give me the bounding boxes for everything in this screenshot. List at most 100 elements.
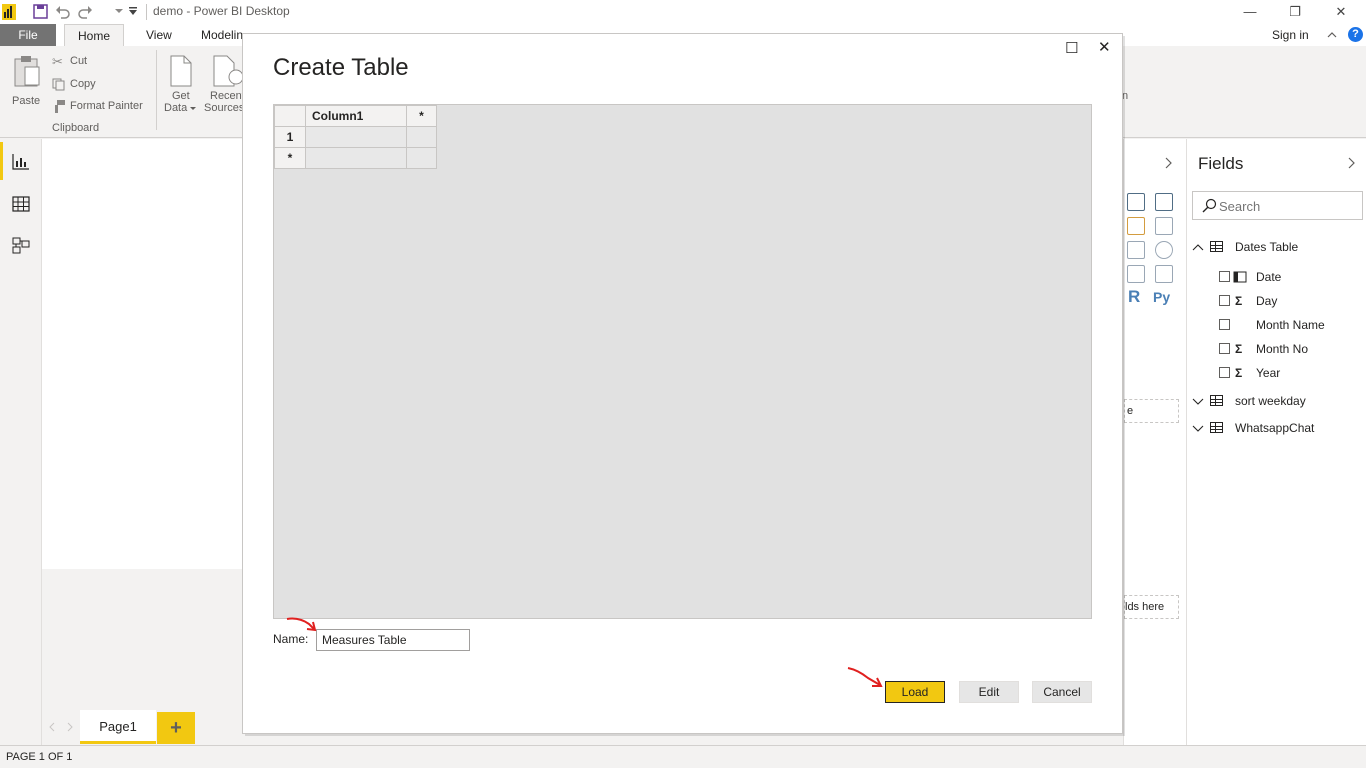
get-data-label-2: Data	[164, 102, 188, 114]
edit-button[interactable]: Edit	[959, 681, 1019, 703]
chevron-down-icon[interactable]	[1192, 423, 1204, 433]
data-view-icon[interactable]	[10, 194, 32, 214]
field-checkbox[interactable]	[1219, 343, 1230, 354]
globe-map-icon[interactable]	[1155, 241, 1173, 259]
table-row-whatsappchat[interactable]: WhatsappChat	[1191, 417, 1361, 439]
view-switcher	[0, 139, 42, 745]
python-visual-icon[interactable]: Py	[1153, 289, 1170, 305]
card-icon[interactable]	[1127, 265, 1145, 283]
field-well-1[interactable]: e	[1124, 399, 1179, 423]
field-row-year[interactable]: Σ Year	[1219, 363, 1359, 383]
paste-button[interactable]: Paste	[8, 52, 46, 120]
close-dialog-button[interactable]: ✕	[1098, 38, 1111, 56]
report-view-icon[interactable]	[10, 152, 32, 172]
field-checkbox[interactable]	[1219, 319, 1230, 330]
cancel-button[interactable]: Cancel	[1032, 681, 1092, 703]
model-view-icon[interactable]	[10, 235, 32, 255]
dialog-title: Create Table	[273, 54, 409, 81]
fields-search-box[interactable]	[1192, 191, 1363, 220]
add-column-header[interactable]: *	[406, 105, 437, 127]
title-bar: demo - Power BI Desktop — ❐ ✕	[0, 0, 1366, 24]
close-window-button[interactable]: ✕	[1331, 2, 1351, 22]
title-separator	[146, 4, 147, 20]
format-painter-button[interactable]: Format Painter	[52, 99, 152, 115]
table-name-input[interactable]	[316, 629, 470, 651]
stacked-bar-icon[interactable]	[1127, 193, 1145, 211]
add-page-button[interactable]: +	[157, 712, 195, 744]
field-row-date[interactable]: Date	[1219, 267, 1359, 287]
scatter-chart-icon[interactable]	[1155, 217, 1173, 235]
table-row-dates-table[interactable]: Dates Table	[1191, 236, 1361, 258]
restore-button[interactable]: ❐	[1285, 2, 1305, 22]
clipboard-icon	[14, 56, 40, 87]
help-icon[interactable]: ?	[1348, 27, 1363, 42]
report-canvas[interactable]	[42, 139, 243, 569]
group-separator	[156, 50, 157, 130]
cut-button[interactable]: ✂ Cut	[52, 54, 112, 70]
treemap-icon[interactable]	[1127, 241, 1145, 259]
table-icon	[1210, 241, 1223, 252]
window-title: demo - Power BI Desktop	[153, 4, 290, 18]
sign-in-link[interactable]: Sign in	[1262, 24, 1319, 46]
load-button[interactable]: Load	[885, 681, 945, 703]
paintbrush-icon	[55, 100, 65, 113]
report-view-indicator	[0, 142, 3, 180]
field-row-month-name[interactable]: Month Name	[1219, 315, 1359, 335]
chevron-up-icon[interactable]	[1192, 242, 1204, 252]
save-icon[interactable]	[33, 4, 48, 19]
page-tab-page1[interactable]: Page1	[80, 710, 156, 744]
fields-search-input[interactable]	[1219, 196, 1357, 216]
table-cell[interactable]	[305, 147, 407, 169]
customize-toolbar-icon[interactable]	[128, 6, 138, 16]
field-name: Date	[1256, 270, 1282, 284]
field-row-month-no[interactable]: Σ Month No	[1219, 339, 1359, 359]
drill-through-well[interactable]: lds here	[1124, 595, 1179, 619]
chevron-down-icon[interactable]	[115, 7, 123, 15]
field-checkbox[interactable]	[1219, 295, 1230, 306]
sigma-icon: Σ	[1235, 366, 1243, 380]
maximize-dialog-button[interactable]: ☐	[1065, 39, 1078, 57]
create-table-dialog: ☐ ✕ Create Table Column1 * 1 * Name: Mea…	[242, 33, 1123, 734]
status-bar: PAGE 1 OF 1	[0, 745, 1366, 768]
column-header[interactable]: Column1	[305, 105, 407, 127]
annotation-arrow-icon	[286, 617, 317, 632]
chevron-down-icon[interactable]	[1192, 396, 1204, 406]
filled-map-icon[interactable]	[1155, 265, 1173, 283]
data-table: Column1 * 1 *	[274, 105, 437, 169]
redo-icon[interactable]	[77, 4, 93, 19]
table-cell[interactable]	[406, 126, 437, 148]
get-data-button[interactable]: Get Data	[163, 52, 199, 118]
field-checkbox[interactable]	[1219, 367, 1230, 378]
tab-home[interactable]: Home	[64, 24, 124, 46]
document-icon	[170, 55, 192, 87]
corner-cell	[274, 105, 306, 127]
ribbon-chart-icon[interactable]	[1127, 217, 1145, 235]
table-icon	[1210, 395, 1223, 406]
tab-view[interactable]: View	[136, 24, 182, 46]
tab-file[interactable]: File	[0, 24, 56, 46]
expand-pane-icon[interactable]	[1164, 157, 1174, 169]
table-cell[interactable]	[406, 147, 437, 169]
table-name: Dates Table	[1235, 240, 1299, 254]
prev-page-icon[interactable]	[48, 722, 56, 732]
table-editor-grid[interactable]: Column1 * 1 *	[273, 104, 1092, 619]
field-name: Year	[1256, 366, 1281, 380]
minimize-button[interactable]: —	[1240, 2, 1260, 22]
chevron-down-icon	[190, 107, 196, 110]
next-page-icon[interactable]	[66, 722, 74, 732]
copy-button[interactable]: Copy	[52, 77, 112, 93]
column-chart-icon[interactable]	[1155, 193, 1173, 211]
field-checkbox[interactable]	[1219, 271, 1230, 282]
table-name: WhatsappChat	[1235, 421, 1315, 435]
recent-sources-button[interactable]: Recent Sources	[204, 52, 242, 118]
table-cell[interactable]	[305, 126, 407, 148]
collapse-ribbon-icon[interactable]	[1327, 31, 1337, 39]
search-icon	[1202, 198, 1217, 213]
copy-label: Copy	[70, 78, 96, 90]
table-row-sort-weekday[interactable]: sort weekday	[1191, 390, 1361, 412]
field-row-day[interactable]: Σ Day	[1219, 291, 1359, 311]
fields-pane: Fields Dates Table Date Σ Day Month Name	[1186, 139, 1366, 745]
undo-icon[interactable]	[55, 4, 71, 19]
collapse-fields-icon[interactable]	[1347, 157, 1357, 169]
r-visual-icon[interactable]: R	[1128, 287, 1140, 307]
